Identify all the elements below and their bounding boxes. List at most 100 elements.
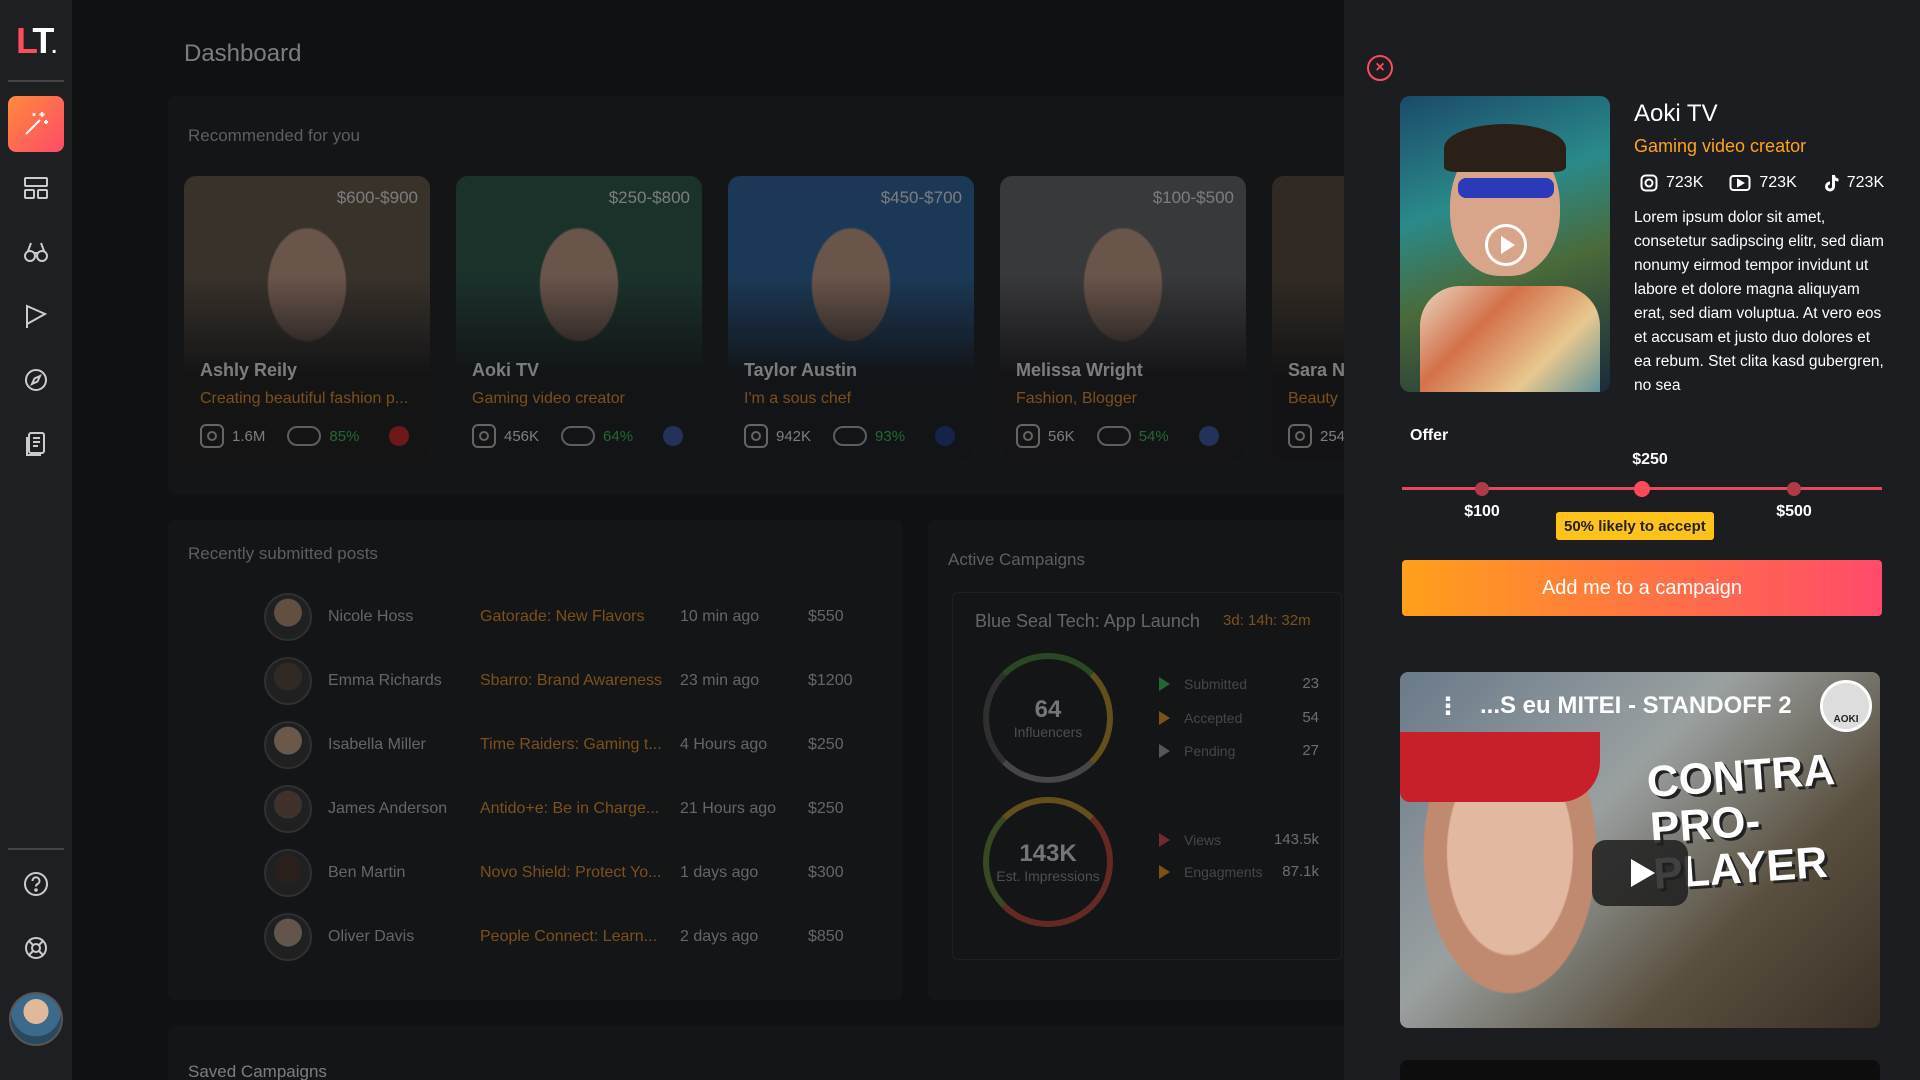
- help-icon: [24, 872, 48, 896]
- post-avatar: [264, 849, 312, 897]
- card-name: Sara N: [1288, 360, 1344, 380]
- app-logo[interactable]: LT.: [16, 20, 56, 62]
- card-desc: I'm a sous chef: [744, 390, 852, 407]
- post-avatar: [264, 721, 312, 769]
- close-button[interactable]: ×: [1367, 55, 1393, 81]
- app-root: LT. Dashboard Recommended for you $600-$…: [0, 0, 1920, 1080]
- tiktok-stat[interactable]: 723K: [1823, 174, 1884, 192]
- influencer-card[interactable]: $100-$500 Melissa Wright Fashion, Blogger 5…: [1000, 176, 1246, 462]
- post-time: 21 Hours ago: [680, 800, 777, 817]
- metric-value: 27: [1302, 742, 1319, 759]
- metric-label: Pending: [1184, 742, 1236, 759]
- card-shade: [184, 176, 430, 462]
- profile-role: Gaming video creator: [1634, 136, 1807, 156]
- post-row[interactable]: Isabella Miller Time Raiders: Gaming t...…: [264, 720, 844, 770]
- offer-min-label: $100: [1464, 503, 1500, 520]
- card-acceptance: 85%: [329, 427, 360, 445]
- card-shade: [728, 176, 974, 462]
- instagram-stat[interactable]: 723K: [1640, 174, 1703, 192]
- offer-slider-stop-min[interactable]: [1475, 482, 1489, 496]
- card-price: $100-$500: [1152, 188, 1234, 207]
- sidebar-item-campaigns[interactable]: [8, 288, 64, 344]
- post-campaign-link[interactable]: Time Raiders: Gaming t...: [480, 736, 670, 754]
- post-time: 23 min ago: [680, 672, 760, 689]
- youtube-icon: [1729, 175, 1751, 191]
- metric-label: Accepted: [1184, 709, 1243, 726]
- shirt-shape: [1420, 286, 1600, 392]
- video-play-button[interactable]: [1592, 840, 1688, 906]
- metric-marker-icon: [1159, 832, 1170, 847]
- metric-value: 143.5k: [1273, 831, 1319, 848]
- post-time: 2 days ago: [680, 928, 759, 945]
- post-campaign-link[interactable]: Sbarro: Brand Awareness: [480, 672, 670, 690]
- campaign-metric-row: Pending 27: [1159, 742, 1319, 759]
- instagram-icon: [200, 424, 224, 448]
- post-row[interactable]: Ben Martin Novo Shield: Protect Yo... 1 da…: [264, 848, 844, 898]
- more-options-icon[interactable]: ⋮: [1436, 692, 1460, 721]
- post-campaign-link[interactable]: Antido+e: Be in Charge...: [480, 800, 670, 818]
- post-amount: $850: [808, 928, 844, 945]
- post-campaign-link[interactable]: People Connect: Learn...: [480, 928, 670, 946]
- sidebar-item-discover[interactable]: [8, 96, 64, 152]
- channel-avatar[interactable]: AOKI: [1820, 680, 1872, 732]
- sidebar-item-reports[interactable]: [8, 416, 64, 472]
- post-amount: $250: [808, 736, 844, 753]
- sidebar-item-support[interactable]: [8, 920, 64, 976]
- post-campaign-link[interactable]: Gatorade: New Flavors: [480, 608, 670, 626]
- post-row[interactable]: Nicole Hoss Gatorade: New Flavors 10 min a…: [264, 592, 844, 642]
- post-user: Isabella Miller: [328, 736, 426, 753]
- add-to-campaign-button[interactable]: Add me to a campaign: [1402, 560, 1882, 616]
- campaign-metric-row: Accepted 54: [1159, 709, 1319, 726]
- offer-label: Offer: [1410, 427, 1449, 444]
- play-icon[interactable]: [1485, 224, 1527, 266]
- country-flag-icon: [935, 426, 956, 446]
- post-avatar: [264, 785, 312, 833]
- saved-campaigns-panel: Saved Campaigns: [168, 1026, 1344, 1080]
- user-avatar[interactable]: [9, 992, 63, 1046]
- sidebar-item-dashboard[interactable]: [8, 160, 64, 216]
- channel-avatar-label: AOKI: [1833, 714, 1859, 725]
- sidebar-item-help[interactable]: [8, 856, 64, 912]
- profile-photo[interactable]: [1400, 96, 1610, 392]
- video-bandana-shape: [1400, 732, 1600, 802]
- post-amount: $300: [808, 864, 844, 881]
- card-price: $450-$700: [880, 188, 962, 207]
- youtube-stat[interactable]: 723K: [1729, 174, 1797, 192]
- post-row[interactable]: James Anderson Antido+e: Be in Charge... 2…: [264, 784, 844, 834]
- card-desc: Creating beautiful fashion p...: [200, 390, 409, 407]
- campaign-title: Blue Seal Tech: App Launch: [975, 611, 1200, 631]
- likely-badge: 50% likely to accept: [1556, 512, 1714, 540]
- video-thumbnail-2[interactable]: [1400, 1060, 1880, 1080]
- offer-current-value: $250: [1632, 451, 1668, 468]
- recent-posts-title: Recently submitted posts: [188, 544, 378, 563]
- post-campaign-link[interactable]: Novo Shield: Protect Yo...: [480, 864, 670, 882]
- document-icon: [26, 432, 45, 456]
- card-shade: [1272, 176, 1344, 462]
- metric-value: 23: [1302, 675, 1319, 692]
- profile-bio: Lorem ipsum dolor sit amet, consetetur s…: [1634, 209, 1884, 394]
- campaign-time-left: 3d: 14h: 32m: [1223, 612, 1311, 629]
- post-row[interactable]: Oliver Davis People Connect: Learn... 2 da…: [264, 912, 844, 962]
- influencer-card[interactable]: $600-$900 Ashly Reily Creating beautiful f…: [184, 176, 430, 462]
- influencer-card[interactable]: Sara N Beauty 254: [1272, 176, 1344, 462]
- influencer-card[interactable]: $250-$800 Aoki TV Gaming video creator 456K…: [456, 176, 702, 462]
- offer-slider-handle[interactable]: [1634, 481, 1650, 497]
- post-user: Oliver Davis: [328, 928, 415, 945]
- youtube-count: 723K: [1759, 174, 1797, 191]
- campaign-card[interactable]: Blue Seal Tech: App Launch 3d: 14h: 32m …: [952, 592, 1342, 960]
- card-stats: 456K 64%: [472, 424, 684, 448]
- instagram-count: 723K: [1666, 174, 1704, 191]
- compass-icon: [25, 369, 47, 391]
- dashboard-icon: [24, 177, 48, 199]
- offer-slider-stop-max[interactable]: [1787, 482, 1801, 496]
- post-time: 1 days ago: [680, 864, 759, 881]
- card-followers: 1.6M: [232, 427, 266, 445]
- video-thumbnail[interactable]: ⋮ ...S eu MITEI - STANDOFF 2 CONTRA PRO-…: [1400, 672, 1880, 1028]
- influencer-card[interactable]: $450-$700 Taylor Austin I'm a sous chef 942…: [728, 176, 974, 462]
- sidebar-item-explore[interactable]: [8, 352, 64, 408]
- sidebar-divider: [8, 80, 64, 82]
- card-name: Taylor Austin: [744, 360, 858, 380]
- post-row[interactable]: Emma Richards Sbarro: Brand Awareness 23 m…: [264, 656, 853, 706]
- card-stats: 56K 54%: [1016, 424, 1219, 448]
- sidebar-item-search[interactable]: [8, 224, 64, 280]
